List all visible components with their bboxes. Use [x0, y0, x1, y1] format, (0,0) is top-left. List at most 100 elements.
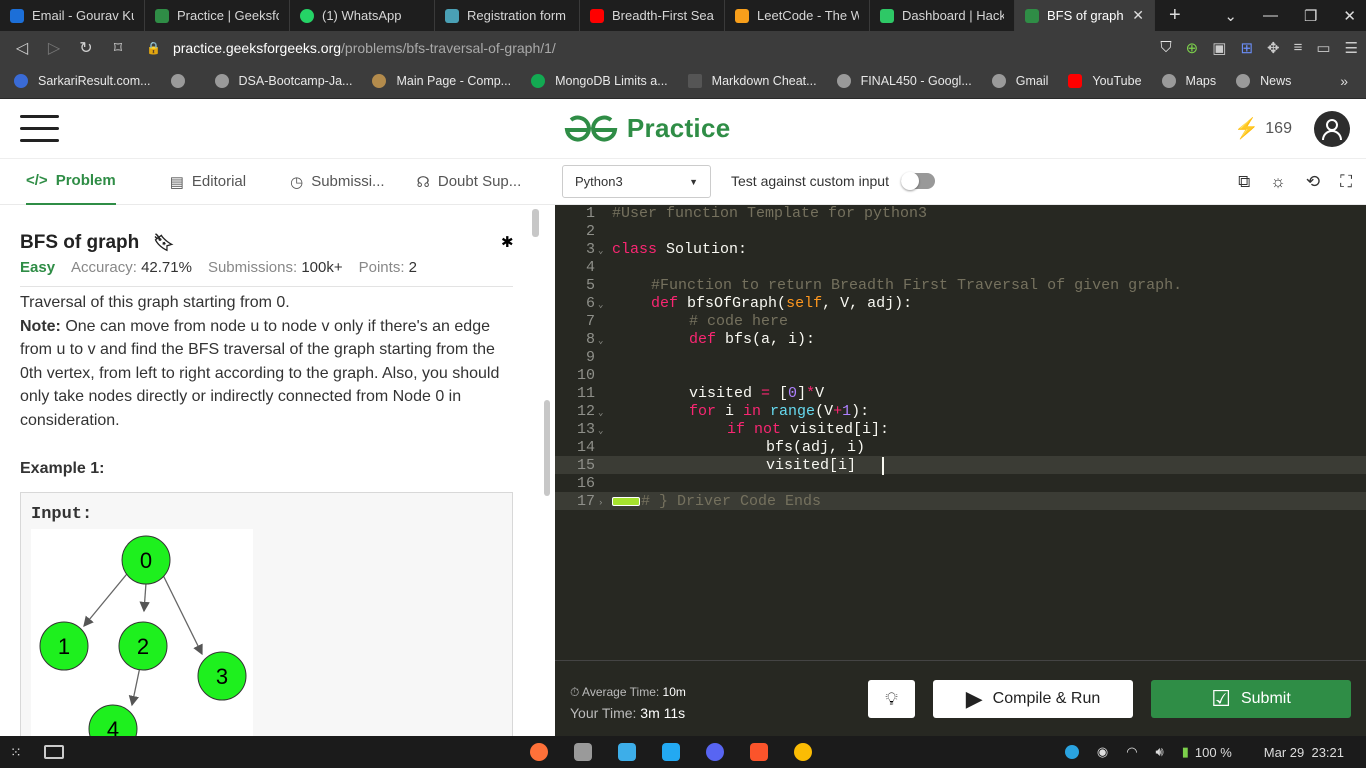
code-icon: </> [26, 172, 48, 189]
discord-icon[interactable] [706, 743, 724, 761]
maximize-button[interactable]: ❐ [1304, 7, 1317, 25]
close-window-button[interactable]: ✕ [1343, 7, 1356, 25]
app-grid-icon[interactable]: ⁙ [10, 744, 22, 761]
streak[interactable]: ⚡ 169 [1234, 116, 1292, 141]
bookmark-item[interactable]: SarkariResult.com... [14, 74, 151, 88]
bookmark-item[interactable]: Gmail [991, 74, 1048, 88]
browser-tab-active[interactable]: BFS of graph | P✕ [1015, 0, 1155, 31]
hamburger-menu-icon[interactable] [20, 115, 59, 142]
browser-tab[interactable]: Email - Gourav Kum [0, 0, 145, 31]
bookmark-icon[interactable]: ⌑ [102, 38, 134, 58]
bookmark-item[interactable]: DSA-Bootcamp-Ja... [214, 74, 352, 88]
bookmark-item[interactable]: MongoDB Limits a... [531, 74, 668, 88]
fold-arrow-icon[interactable]: › [598, 498, 603, 508]
bookmark-item[interactable] [170, 74, 195, 88]
difficulty-badge: Easy [20, 259, 56, 276]
panel-resize-handle[interactable] [544, 400, 550, 496]
extension-plus-icon[interactable]: ⊕ [1186, 39, 1199, 57]
address-toolbar: ◁ ▷ ↻ ⌑ 🔒 practice.geeksforgeeks.org/pro… [0, 31, 1366, 64]
browser-tab[interactable]: Practice | GeeksforG [145, 0, 290, 31]
bookmark-item[interactable]: FINAL450 - Googl... [836, 74, 972, 88]
bookmark-item[interactable]: YouTube [1068, 74, 1142, 88]
reload-icon[interactable]: ↻ [70, 38, 102, 58]
wiki-icon [372, 74, 387, 88]
chrome-icon[interactable] [794, 743, 812, 761]
fold-arrow-icon[interactable]: ⌄ [598, 426, 603, 436]
bookmark-item[interactable]: Main Page - Comp... [372, 74, 511, 88]
tab-editorial[interactable]: ▤ Editorial [170, 159, 246, 205]
play-icon: ▶ [965, 686, 983, 711]
fold-arrow-icon[interactable]: ⌄ [598, 408, 603, 418]
tab-submissions[interactable]: ◷ Submissi... [290, 159, 384, 205]
fold-arrow-icon[interactable]: ⌄ [598, 246, 603, 256]
brave-shield-icon[interactable]: ⛉ [1160, 39, 1171, 56]
fold-arrow-icon[interactable]: ⌄ [598, 336, 603, 346]
browser-tab[interactable]: LeetCode - The Wo [725, 0, 870, 31]
brave-icon[interactable] [750, 743, 768, 761]
clock[interactable]: Mar 29 23:21 [1264, 745, 1344, 760]
tab-search-icon[interactable]: ⌄ [1224, 7, 1237, 25]
copy-icon[interactable]: ⧉ [1238, 172, 1250, 192]
discord-tray-icon[interactable]: ◉ [1097, 744, 1108, 760]
volume-icon[interactable]: 🔊︎ [1156, 744, 1164, 760]
tab-doubt-support[interactable]: ☊ Doubt Sup... [417, 159, 522, 205]
browser-tab[interactable]: (1) WhatsApp [290, 0, 435, 31]
problem-scrollbar[interactable] [532, 209, 539, 237]
firefox-icon[interactable] [530, 743, 548, 761]
custom-input-toggle[interactable] [900, 172, 935, 190]
url-field[interactable]: 🔒 practice.geeksforgeeks.org/problems/bf… [146, 40, 1086, 56]
accuracy: Accuracy: 42.71% [71, 259, 192, 276]
graph-node: 1 [39, 621, 89, 671]
playlist-icon[interactable]: ≡ [1294, 39, 1303, 56]
forward-icon[interactable]: ▷ [38, 38, 70, 58]
extensions-area: ⛉ ⊕ ▣ ⊞ ✥ ≡ ▭ ☰ [1160, 31, 1358, 64]
minimize-button[interactable]: — [1263, 7, 1278, 24]
compile-run-button[interactable]: ▶ Compile & Run [933, 680, 1133, 718]
wifi-icon[interactable]: ◠ [1126, 744, 1137, 760]
code-line: #User function Template for python3 [612, 205, 928, 222]
text-cursor [882, 457, 884, 475]
bookmark-item[interactable]: Markdown Cheat... [687, 74, 817, 88]
code-line: visited = [0]*V [689, 385, 825, 402]
close-tab-icon[interactable]: ✕ [1132, 7, 1144, 24]
reset-icon[interactable]: ⟲ [1306, 172, 1320, 192]
fold-arrow-icon[interactable]: ⌄ [598, 300, 603, 310]
bookmark-item[interactable]: News [1236, 74, 1291, 88]
extension-icon[interactable]: ▣ [1212, 39, 1226, 57]
browser-tab[interactable]: Dashboard | Hacke [870, 0, 1015, 31]
code-line: #Function to return Breadth First Traver… [651, 277, 1183, 294]
files-icon[interactable] [574, 743, 592, 761]
browser-tab[interactable]: Breadth-First Searc [580, 0, 725, 31]
fold-widget-icon[interactable] [612, 496, 640, 506]
translate-icon[interactable]: ⊞ [1240, 39, 1253, 57]
code-editor[interactable]: 1 2 3 4 5 6 7 8 9 10 11 12 13 14 15 16 1… [555, 205, 1366, 660]
user-avatar[interactable] [1313, 110, 1350, 147]
bookmark-item[interactable]: Maps [1161, 74, 1216, 88]
theme-sun-icon[interactable]: ☼ [1270, 172, 1286, 192]
tab-problem[interactable]: </> Problem [26, 159, 116, 205]
mongodb-icon [531, 74, 546, 88]
telegram-icon[interactable] [1064, 745, 1079, 759]
new-tab-button[interactable]: + [1169, 4, 1181, 27]
back-icon[interactable]: ◁ [6, 38, 38, 58]
current-line-highlight [555, 456, 1366, 474]
browser-tab[interactable]: Registration form fo [435, 0, 580, 31]
bookmark-problem-icon[interactable]: 🔖︎ [153, 233, 175, 253]
language-select[interactable]: Python3 ▼ [562, 165, 711, 198]
workspace-icon[interactable] [43, 745, 64, 759]
fullscreen-icon[interactable]: ⛶ [1340, 172, 1352, 192]
puzzle-icon[interactable]: ✥ [1267, 39, 1280, 57]
submit-button[interactable]: ☑ Submit [1151, 680, 1351, 718]
battery[interactable]: ▮ 100 % [1182, 744, 1232, 760]
more-bookmarks-icon[interactable]: » [1340, 73, 1348, 89]
store-icon[interactable] [618, 743, 636, 761]
hint-button[interactable]: 💡︎ [868, 680, 915, 718]
menu-icon[interactable]: ☰ [1345, 39, 1358, 57]
wallet-icon[interactable]: ▭ [1316, 39, 1330, 57]
problem-title-row: BFS of graph 🔖︎ [20, 232, 175, 254]
input-label: Input: [31, 505, 93, 524]
gfg-logo[interactable]: Practice [563, 113, 731, 144]
report-bug-icon[interactable]: ✱ [501, 233, 514, 251]
problem-title: BFS of graph [20, 232, 140, 253]
vscode-icon[interactable] [662, 743, 680, 761]
